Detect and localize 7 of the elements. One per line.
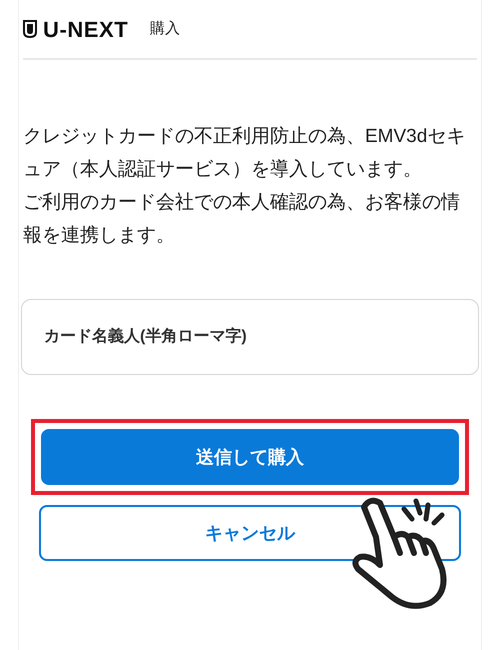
submit-purchase-button[interactable]: 送信して購入 [41,429,459,485]
brand-logo: U-NEXT [43,16,128,44]
notice-text: クレジットカードの不正利用防止の為、EMV3dセキュア（本人認証サービス）を導入しています。 [23,125,466,182]
page-title: 購入 [150,18,180,39]
cardholder-field[interactable]: カード名義人(半角ローマ字) [21,299,479,375]
shield-logo-icon [23,20,37,38]
notice-text: ご利用のカード会社での本人確認の為、お客様の情報を連携します。 [23,191,461,248]
